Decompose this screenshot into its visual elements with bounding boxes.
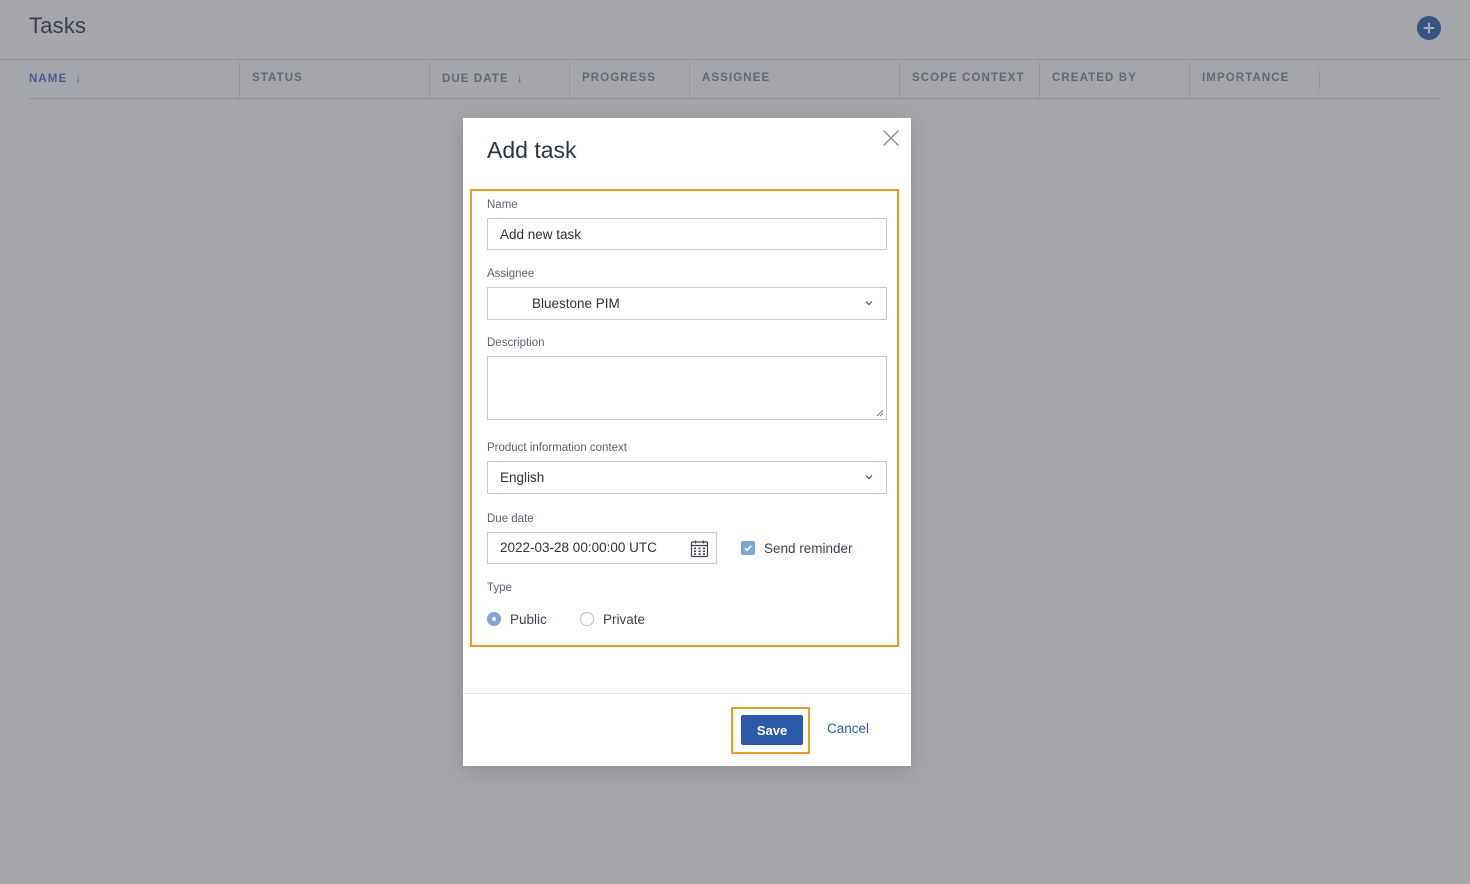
description-label: Description xyxy=(487,337,545,349)
radio-private-indicator[interactable] xyxy=(580,612,594,626)
radio-public-indicator[interactable] xyxy=(487,612,501,626)
chevron-down-icon xyxy=(865,301,873,306)
name-input[interactable] xyxy=(500,219,886,249)
description-textarea[interactable] xyxy=(487,356,887,420)
assignee-value: Bluestone PIM xyxy=(532,296,620,311)
name-input-wrapper xyxy=(487,218,887,250)
type-public-label: Public xyxy=(510,611,547,627)
save-button[interactable]: Save xyxy=(741,715,803,745)
resize-grip-icon[interactable] xyxy=(876,409,884,417)
cancel-button[interactable]: Cancel xyxy=(827,721,869,736)
due-date-value: 2022-03-28 00:00:00 UTC xyxy=(500,540,657,555)
type-private-radio[interactable]: Private xyxy=(580,610,645,628)
calendar-icon[interactable] xyxy=(690,539,709,558)
due-date-label: Due date xyxy=(487,513,534,525)
checkbox-box[interactable] xyxy=(741,541,755,555)
check-icon xyxy=(744,545,752,552)
send-reminder-label: Send reminder xyxy=(764,540,853,556)
context-value: English xyxy=(500,470,545,485)
dialog-footer: Save Cancel xyxy=(463,693,911,767)
chevron-down-icon xyxy=(865,475,873,480)
close-icon[interactable] xyxy=(882,129,900,147)
add-task-dialog: Add task Name Assignee Bluestone PIM Des… xyxy=(463,118,911,766)
dialog-title: Add task xyxy=(487,137,577,163)
type-public-radio[interactable]: Public xyxy=(487,610,547,628)
assignee-select[interactable]: Bluestone PIM xyxy=(487,287,887,320)
name-label: Name xyxy=(487,199,518,211)
send-reminder-checkbox[interactable]: Send reminder xyxy=(741,539,853,557)
assignee-label: Assignee xyxy=(487,268,535,280)
context-label: Product information context xyxy=(487,442,627,454)
type-label: Type xyxy=(487,582,512,594)
context-select[interactable]: English xyxy=(487,461,887,494)
due-date-input[interactable]: 2022-03-28 00:00:00 UTC xyxy=(487,532,717,564)
type-private-label: Private xyxy=(603,611,646,627)
